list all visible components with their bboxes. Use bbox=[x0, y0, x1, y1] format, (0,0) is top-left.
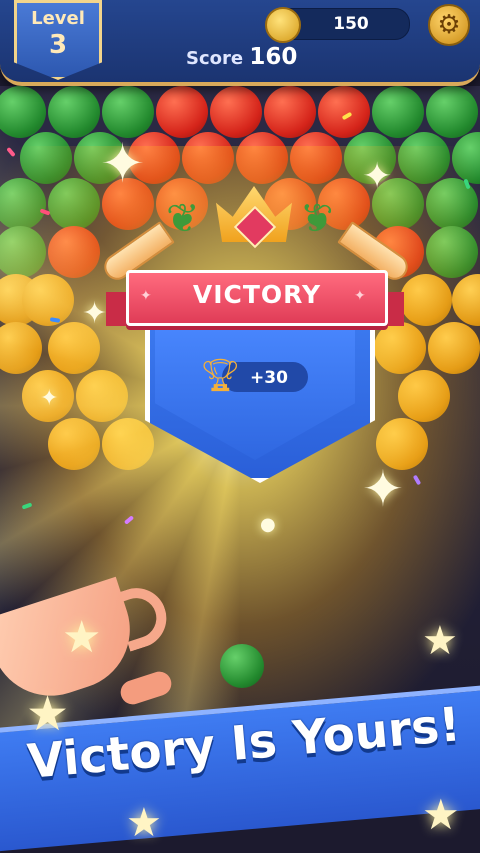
laurel-right-icon: ❦ bbox=[300, 196, 334, 242]
score-display: Score 160 bbox=[186, 44, 297, 70]
sparkle-icon: ✦ bbox=[82, 296, 108, 331]
star-icon: ★ bbox=[126, 800, 162, 846]
coin-icon bbox=[265, 7, 301, 43]
sparkle-icon: ✦ bbox=[362, 460, 404, 518]
reward-amount: +30 bbox=[250, 368, 288, 388]
shooter-bubble[interactable] bbox=[220, 644, 264, 688]
sparkle-icon: ✦ bbox=[40, 386, 59, 411]
star-icon: ★ bbox=[422, 618, 458, 664]
score-value: 160 bbox=[249, 44, 298, 70]
star-icon: ★ bbox=[422, 790, 460, 839]
game-screen: ✦ ✦ ✦ ✦ ✦ ● ❦ ❦ ✦ ✦ VICTORY 🏆︎ +30 150 ⚙… bbox=[0, 0, 480, 853]
coin-count: 150 bbox=[333, 14, 369, 34]
level-label: Level bbox=[31, 8, 85, 29]
star-icon: ★ bbox=[62, 612, 102, 663]
sparkle-icon: ✦ bbox=[100, 132, 146, 195]
sparkle-icon: ✦ bbox=[362, 156, 393, 197]
coin-counter[interactable]: 150 bbox=[265, 7, 410, 43]
sparkle-icon: ● bbox=[260, 514, 276, 535]
level-number: 3 bbox=[48, 30, 68, 60]
victory-title: VICTORY bbox=[192, 280, 322, 309]
laurel-left-icon: ❦ bbox=[166, 196, 200, 242]
score-label: Score bbox=[186, 48, 244, 69]
trophy-icon: 🏆︎ bbox=[200, 356, 241, 394]
settings-button[interactable]: ⚙ bbox=[428, 4, 470, 46]
gear-icon: ⚙ bbox=[437, 10, 461, 40]
star-icon: ★ bbox=[26, 686, 70, 742]
